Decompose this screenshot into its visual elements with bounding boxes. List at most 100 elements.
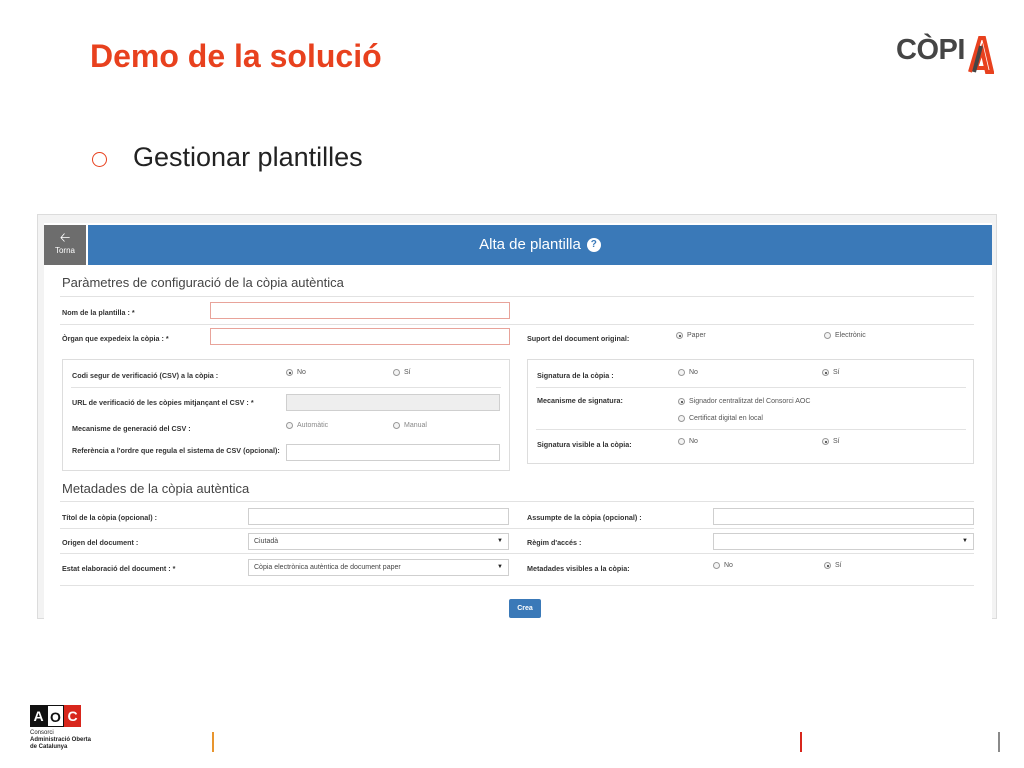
radio-selected-icon: [678, 398, 685, 405]
help-icon[interactable]: ?: [586, 238, 601, 252]
nom-plantilla-label: Nom de la plantilla : *: [62, 308, 135, 317]
titol-label: Títol de la còpia (opcional) :: [62, 513, 158, 522]
create-button[interactable]: Crea: [509, 599, 541, 618]
metadades-no-radio[interactable]: No: [713, 562, 733, 569]
panel-divider: [71, 387, 501, 388]
suport-paper-radio[interactable]: Paper: [676, 332, 706, 339]
signatura-visible-label: Signatura visible a la còpia:: [537, 440, 632, 449]
csv-panel: Codi segur de verificació (CSV) a la còp…: [62, 359, 510, 471]
row-divider: [60, 324, 974, 325]
aoc-logo-line2: Administració Oberta: [30, 737, 92, 743]
back-button-label: Torna: [54, 246, 75, 255]
footer-accent-bar: [800, 732, 802, 752]
aoc-logo-letter-c: C: [64, 705, 81, 727]
signador-centralitzat-radio[interactable]: Signador centralitzat del Consorci AOC: [678, 398, 810, 405]
section-divider: [60, 501, 974, 502]
assumpte-input[interactable]: [713, 508, 974, 525]
csv-si-radio[interactable]: Sí: [393, 369, 411, 376]
row-divider: [60, 553, 974, 554]
header-title-text: Alta de plantilla: [479, 236, 581, 253]
mecanisme-automatic-radio[interactable]: Automàtic: [286, 422, 328, 429]
signatura-visible-no-radio[interactable]: No: [678, 438, 698, 445]
aoc-logo-letter-o: O: [47, 705, 64, 727]
nom-plantilla-input[interactable]: [210, 302, 510, 319]
radio-icon: [678, 415, 685, 422]
organ-input[interactable]: [210, 328, 510, 345]
aoc-logo-letter-a: A: [30, 705, 47, 727]
certificat-local-label: Certificat digital en local: [689, 415, 763, 422]
app-screenshot: 🡠 Torna Alta de plantilla? Paràmetres de…: [37, 214, 997, 620]
csv-label: Codi segur de verificació (CSV) a la còp…: [72, 371, 219, 380]
mecanisme-signatura-label: Mecanisme de signatura:: [537, 396, 623, 405]
radio-selected-icon: [676, 332, 683, 339]
signatura-si-radio[interactable]: Sí: [822, 369, 840, 376]
radio-selected-icon: [822, 369, 829, 376]
origen-select[interactable]: Ciutadà ▼: [248, 533, 509, 550]
estat-label: Estat elaboració del document : *: [62, 564, 176, 573]
estat-select-value: Còpia electrònica autèntica de document …: [254, 564, 401, 571]
csv-no-radio[interactable]: No: [286, 369, 306, 376]
suport-electronic-radio[interactable]: Electrònic: [824, 332, 866, 339]
header-bar: Alta de plantilla?: [88, 225, 992, 265]
bullet-item: Gestionar plantilles: [92, 142, 363, 173]
row-divider: [60, 585, 974, 586]
signatura-si-label: Sí: [833, 369, 840, 376]
csv-no-label: No: [297, 369, 306, 376]
metadades-si-radio[interactable]: Sí: [824, 562, 842, 569]
signatura-no-radio[interactable]: No: [678, 369, 698, 376]
footer-accent-bar: [998, 732, 1000, 752]
copia-logo-a-mark: [968, 36, 994, 74]
aoc-logo-text: Consorci Administració Oberta de Catalun…: [30, 730, 130, 751]
mecanisme-automatic-label: Automàtic: [297, 422, 329, 429]
aoc-logo-line1: Consorci: [30, 730, 54, 736]
footer-accent-bar: [212, 732, 214, 752]
mecanisme-csv-label: Mecanisme de generació del CSV :: [72, 424, 191, 433]
caret-down-icon: ▼: [962, 538, 968, 544]
caret-down-icon: ▼: [497, 564, 503, 570]
section-divider: [60, 296, 974, 297]
signatura-visible-si-radio[interactable]: Sí: [822, 438, 840, 445]
bullet-circle-icon: [92, 152, 107, 167]
panel-divider: [536, 387, 966, 388]
aoc-logo-line3: de Catalunya: [30, 744, 68, 750]
radio-icon: [393, 369, 400, 376]
app-window: 🡠 Torna Alta de plantilla? Paràmetres de…: [44, 223, 992, 620]
radio-icon: [678, 369, 685, 376]
header-title: Alta de plantilla?: [88, 236, 992, 253]
radio-selected-icon: [822, 438, 829, 445]
regim-label: Règim d'accés :: [527, 538, 582, 547]
signatura-visible-si-label: Sí: [833, 438, 840, 445]
mecanisme-manual-label: Manual: [404, 422, 427, 429]
radio-selected-icon: [286, 369, 293, 376]
section-metadades-title: Metadades de la còpia autèntica: [62, 481, 250, 496]
referencia-csv-input[interactable]: [286, 444, 500, 461]
signatura-no-label: No: [689, 369, 698, 376]
csv-si-label: Sí: [404, 369, 411, 376]
url-csv-label: URL de verificació de les còpies mitjanç…: [72, 398, 254, 407]
metadades-no-label: No: [724, 562, 733, 569]
back-arrow-icon: 🡠: [59, 230, 71, 245]
organ-label: Òrgan que expedeix la còpia : *: [62, 334, 169, 343]
aoc-logo: A O C Consorci Administració Oberta de C…: [30, 705, 130, 757]
assumpte-label: Assumpte de la còpia (opcional) :: [527, 513, 642, 522]
signador-centralitzat-label: Signador centralitzat del Consorci AOC: [689, 398, 811, 405]
estat-select[interactable]: Còpia electrònica autèntica de document …: [248, 559, 509, 576]
referencia-csv-label: Referència a l'ordre que regula el siste…: [72, 446, 280, 455]
certificat-local-radio[interactable]: Certificat digital en local: [678, 415, 763, 422]
url-csv-input[interactable]: [286, 394, 500, 411]
section-config-title: Paràmetres de configuració de la còpia a…: [62, 275, 344, 290]
back-button[interactable]: 🡠 Torna: [44, 225, 86, 265]
metadades-si-label: Sí: [835, 562, 842, 569]
regim-select[interactable]: ▼: [713, 533, 974, 550]
aoc-logo-mark: A O C: [30, 705, 130, 727]
metadades-visibles-label: Metadades visibles a la còpia:: [527, 564, 630, 573]
origen-label: Origen del document :: [62, 538, 139, 547]
bullet-text: Gestionar plantilles: [133, 142, 363, 172]
row-divider: [60, 528, 974, 529]
copia-logo: CÒPI: [896, 30, 996, 76]
suport-paper-label: Paper: [687, 332, 706, 339]
suport-electronic-label: Electrònic: [835, 332, 866, 339]
mecanisme-manual-radio[interactable]: Manual: [393, 422, 427, 429]
titol-input[interactable]: [248, 508, 509, 525]
signatura-visible-no-label: No: [689, 438, 698, 445]
